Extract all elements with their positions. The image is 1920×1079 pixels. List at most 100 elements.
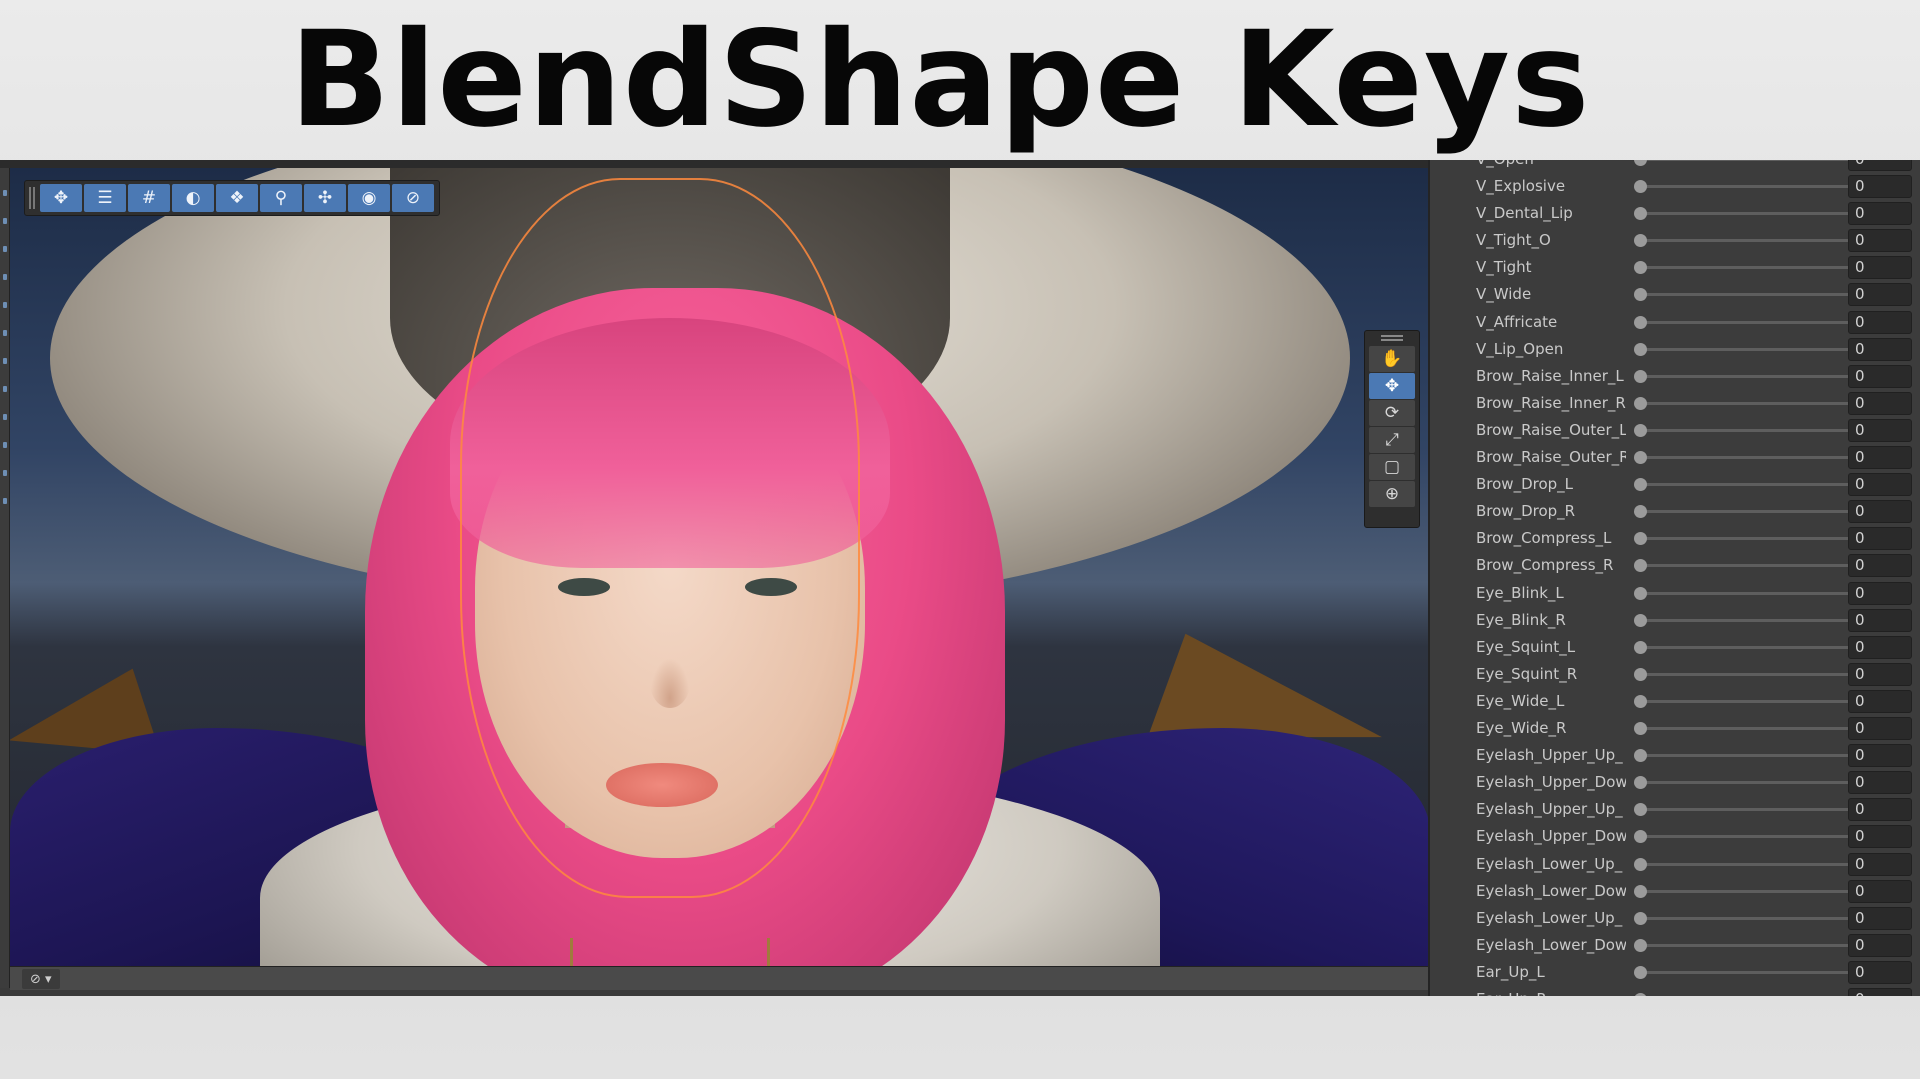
blendshape-slider[interactable]: [1634, 288, 1854, 301]
slider-thumb[interactable]: [1634, 587, 1647, 600]
pivot-tool-button[interactable]: ✣: [304, 184, 346, 212]
blendshape-value-field[interactable]: 0: [1848, 160, 1912, 171]
blendshape-value-field[interactable]: 0: [1848, 446, 1912, 469]
slider-thumb[interactable]: [1634, 343, 1647, 356]
slider-thumb[interactable]: [1634, 749, 1647, 762]
slider-thumb[interactable]: [1634, 532, 1647, 545]
toolbar-grip[interactable]: [29, 187, 35, 209]
blendshape-value-field[interactable]: 0: [1848, 988, 1912, 996]
slider-thumb[interactable]: [1634, 668, 1647, 681]
move-tool-button[interactable]: ✥: [1369, 373, 1415, 399]
slider-thumb[interactable]: [1634, 478, 1647, 491]
blendshape-value-field[interactable]: 0: [1848, 527, 1912, 550]
blendshape-value-field[interactable]: 0: [1848, 256, 1912, 279]
slider-thumb[interactable]: [1634, 993, 1647, 996]
blendshape-slider[interactable]: [1634, 749, 1854, 762]
blendshape-slider[interactable]: [1634, 559, 1854, 572]
blendshape-value-field[interactable]: 0: [1848, 175, 1912, 198]
blendshape-slider[interactable]: [1634, 587, 1854, 600]
blendshape-value-field[interactable]: 0: [1848, 744, 1912, 767]
slider-thumb[interactable]: [1634, 641, 1647, 654]
blendshape-slider[interactable]: [1634, 234, 1854, 247]
slider-thumb[interactable]: [1634, 830, 1647, 843]
slider-thumb[interactable]: [1634, 370, 1647, 383]
slider-thumb[interactable]: [1634, 722, 1647, 735]
shading-tool-button[interactable]: ◐: [172, 184, 214, 212]
slider-thumb[interactable]: [1634, 397, 1647, 410]
slider-thumb[interactable]: [1634, 505, 1647, 518]
blendshape-value-field[interactable]: 0: [1848, 609, 1912, 632]
search-tool-button[interactable]: ⚲: [260, 184, 302, 212]
blendshape-value-field[interactable]: 0: [1848, 202, 1912, 225]
blendshape-value-field[interactable]: 0: [1848, 798, 1912, 821]
blendshape-value-field[interactable]: 0: [1848, 311, 1912, 334]
blendshape-value-field[interactable]: 0: [1848, 554, 1912, 577]
blendshape-value-field[interactable]: 0: [1848, 825, 1912, 848]
blendshape-slider[interactable]: [1634, 858, 1854, 871]
blendshape-slider[interactable]: [1634, 641, 1854, 654]
slider-thumb[interactable]: [1634, 858, 1647, 871]
blendshape-slider[interactable]: [1634, 939, 1854, 952]
slider-thumb[interactable]: [1634, 261, 1647, 274]
slider-thumb[interactable]: [1634, 451, 1647, 464]
move-tool-button[interactable]: ✥: [40, 184, 82, 212]
slider-thumb[interactable]: [1634, 614, 1647, 627]
slider-thumb[interactable]: [1634, 424, 1647, 437]
blendshape-slider[interactable]: [1634, 424, 1854, 437]
blendshape-slider[interactable]: [1634, 532, 1854, 545]
slider-thumb[interactable]: [1634, 695, 1647, 708]
hand-tool-button[interactable]: ✋: [1369, 346, 1415, 372]
blendshape-slider[interactable]: [1634, 722, 1854, 735]
blendshape-slider[interactable]: [1634, 885, 1854, 898]
blendshape-slider[interactable]: [1634, 668, 1854, 681]
align-tool-button[interactable]: ☰: [84, 184, 126, 212]
blendshape-value-field[interactable]: 0: [1848, 717, 1912, 740]
blendshape-slider[interactable]: [1634, 370, 1854, 383]
blendshape-value-field[interactable]: 0: [1848, 771, 1912, 794]
blendshape-value-field[interactable]: 0: [1848, 907, 1912, 930]
slider-thumb[interactable]: [1634, 207, 1647, 220]
blendshape-value-field[interactable]: 0: [1848, 338, 1912, 361]
slider-thumb[interactable]: [1634, 559, 1647, 572]
blendshape-value-field[interactable]: 0: [1848, 582, 1912, 605]
slider-thumb[interactable]: [1634, 316, 1647, 329]
slider-thumb[interactable]: [1634, 288, 1647, 301]
scene-viewport[interactable]: ✥ ☰ # ◐ ❖ ⚲ ✣ ◉ ⊘: [10, 168, 1428, 966]
blendshape-slider[interactable]: [1634, 614, 1854, 627]
layers-tool-button[interactable]: ❖: [216, 184, 258, 212]
gizmo-tool-button[interactable]: ⊘: [392, 184, 434, 212]
slider-thumb[interactable]: [1634, 885, 1647, 898]
blendshape-value-field[interactable]: 0: [1848, 853, 1912, 876]
blendshape-value-field[interactable]: 0: [1848, 500, 1912, 523]
rotate-tool-button[interactable]: ⟳: [1369, 400, 1415, 426]
blendshape-value-field[interactable]: 0: [1848, 663, 1912, 686]
blendshape-value-field[interactable]: 0: [1848, 961, 1912, 984]
gizmo-dropdown[interactable]: ⊘ ▾: [22, 969, 60, 989]
slider-thumb[interactable]: [1634, 776, 1647, 789]
blendshape-slider[interactable]: [1634, 912, 1854, 925]
blendshape-slider[interactable]: [1634, 343, 1854, 356]
toolbar-grip[interactable]: [1381, 335, 1403, 341]
blendshape-slider[interactable]: [1634, 478, 1854, 491]
blendshape-slider[interactable]: [1634, 397, 1854, 410]
rect-tool-button[interactable]: ▢: [1369, 454, 1415, 480]
blendshape-slider[interactable]: [1634, 160, 1854, 166]
slider-thumb[interactable]: [1634, 803, 1647, 816]
grid-snap-tool-button[interactable]: #: [128, 184, 170, 212]
blendshape-slider[interactable]: [1634, 505, 1854, 518]
blendshape-slider[interactable]: [1634, 451, 1854, 464]
blendshape-slider[interactable]: [1634, 966, 1854, 979]
blendshape-value-field[interactable]: 0: [1848, 229, 1912, 252]
slider-thumb[interactable]: [1634, 939, 1647, 952]
blendshape-value-field[interactable]: 0: [1848, 283, 1912, 306]
blendshape-slider[interactable]: [1634, 776, 1854, 789]
blendshape-value-field[interactable]: 0: [1848, 636, 1912, 659]
camera-tool-button[interactable]: ◉: [348, 184, 390, 212]
blendshape-slider[interactable]: [1634, 695, 1854, 708]
slider-thumb[interactable]: [1634, 180, 1647, 193]
blendshape-value-field[interactable]: 0: [1848, 392, 1912, 415]
slider-thumb[interactable]: [1634, 966, 1647, 979]
slider-thumb[interactable]: [1634, 160, 1647, 166]
blendshape-value-field[interactable]: 0: [1848, 690, 1912, 713]
slider-thumb[interactable]: [1634, 234, 1647, 247]
